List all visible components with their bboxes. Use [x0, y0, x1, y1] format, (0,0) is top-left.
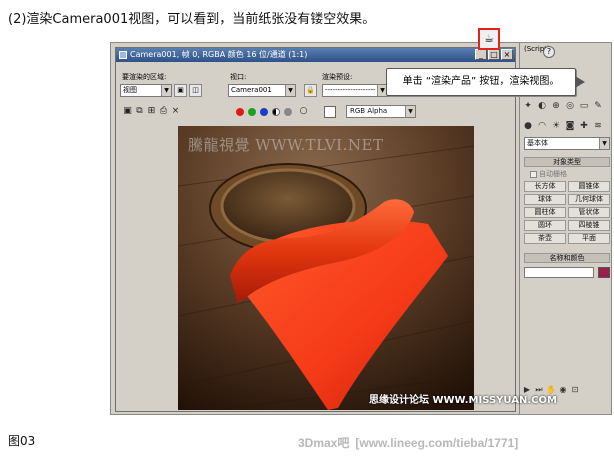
- image-watermark: 騰龍視覺 WWW.TLVI.NET: [188, 136, 384, 154]
- copy-icon[interactable]: ⧉: [134, 106, 145, 117]
- chevron-down-icon: ▼: [405, 106, 415, 117]
- callout-tail: [575, 76, 585, 88]
- cameras-icon[interactable]: ◙: [564, 119, 576, 133]
- spacewarps-icon[interactable]: ≋: [592, 119, 604, 133]
- render-image: 騰龍視覺 WWW.TLVI.NET: [178, 126, 474, 410]
- shapes-icon[interactable]: ◠: [536, 119, 548, 133]
- autogrid-label: 自动栅格: [539, 170, 567, 178]
- viewport-dropdown[interactable]: Camera001 ▼: [228, 84, 296, 97]
- window-controls: _ □ ×: [475, 49, 513, 60]
- mono-icon[interactable]: [284, 108, 292, 116]
- footer-watermark: 3Dmax吧 [www.lineeg.com/tieba/1771]: [298, 434, 518, 451]
- maximize-viewport-icon[interactable]: ⊡: [570, 383, 580, 397]
- channel-dropdown[interactable]: RGB Alpha ▼: [346, 105, 416, 118]
- checkbox-icon: [530, 170, 537, 178]
- object-color-swatch[interactable]: [598, 267, 610, 278]
- maximize-button[interactable]: □: [488, 49, 500, 60]
- object-button-teapot[interactable]: 茶壶: [524, 233, 566, 244]
- preset-value: --------------------: [325, 86, 376, 94]
- chevron-down-icon: ▼: [161, 85, 171, 96]
- clear-display-icon[interactable]: ○: [298, 106, 309, 117]
- tutorial-callout: 单击 “渲染产品” 按钮，渲染视图。: [386, 68, 576, 96]
- edit-region-button[interactable]: ▣: [174, 84, 187, 97]
- preset-label: 渲染预设:: [322, 73, 353, 81]
- viewport-label: 视口:: [230, 73, 247, 81]
- render-frame-toolbar: ▣ ⧉ ⊞ ⎙ × ○ RGB Alpha ▼: [120, 104, 512, 120]
- area-label: 要渲染的区域:: [122, 73, 167, 81]
- figure-label: 图03: [8, 434, 36, 448]
- modify-tab-icon[interactable]: ◐: [536, 99, 548, 113]
- autogrid-checkbox[interactable]: 自动栅格: [530, 169, 567, 179]
- motion-tab-icon[interactable]: ◎: [564, 99, 576, 113]
- object-button-pyramid[interactable]: 四棱锥: [568, 220, 610, 231]
- render-window-title: Camera001, 帧 0, RGBA 颜色 16 位/通道 (1:1): [130, 50, 308, 59]
- lock-viewport-button[interactable]: 🔒: [304, 84, 317, 97]
- helpers-icon[interactable]: ✚: [578, 119, 590, 133]
- corner-watermark: 思缘设计论坛 WWW.MISSYUAN.COM: [369, 395, 557, 406]
- lights-icon[interactable]: ☀: [550, 119, 562, 133]
- green-channel-icon[interactable]: [248, 108, 256, 116]
- print-icon[interactable]: ⎙: [158, 106, 169, 117]
- close-button[interactable]: ×: [501, 49, 513, 60]
- color-swatch[interactable]: [324, 106, 336, 118]
- footer-site: 3Dmax吧: [298, 436, 350, 450]
- chevron-down-icon: ▼: [285, 85, 295, 96]
- category-dropdown[interactable]: 基本体 ▼: [524, 137, 610, 150]
- viewport-value: Camera001: [231, 86, 272, 94]
- object-button-sphere[interactable]: 球体: [524, 194, 566, 205]
- chevron-down-icon: ▼: [599, 138, 609, 149]
- preset-dropdown[interactable]: -------------------- ▼: [322, 84, 388, 97]
- object-button-torus[interactable]: 圆环: [524, 220, 566, 231]
- hierarchy-tab-icon[interactable]: ⊕: [550, 99, 562, 113]
- render-production-icon[interactable]: ☕: [478, 28, 500, 50]
- object-type-rollout[interactable]: 对象类型: [524, 157, 610, 167]
- category-value: 基本体: [527, 139, 548, 147]
- object-button-plane[interactable]: 平面: [568, 233, 610, 244]
- auto-region-button[interactable]: ◫: [189, 84, 202, 97]
- command-panel: (Script) ? ✦ ◐ ⊕ ◎ ▭ ✎ ● ◠ ☀ ◙ ✚ ≋ 基本体 ▼…: [519, 43, 611, 414]
- minimize-button[interactable]: _: [475, 49, 487, 60]
- channel-value: RGB Alpha: [350, 107, 388, 115]
- geometry-icon[interactable]: ●: [522, 119, 534, 133]
- utilities-tab-icon[interactable]: ✎: [592, 99, 604, 113]
- render-scene: [178, 126, 474, 410]
- create-categories: ● ◠ ☀ ◙ ✚ ≋: [522, 119, 604, 137]
- save-icon[interactable]: ▣: [122, 106, 133, 117]
- app-icon: [119, 51, 127, 59]
- object-name-field[interactable]: [524, 267, 594, 278]
- object-button-tube[interactable]: 管状体: [568, 207, 610, 218]
- object-button-geosphere[interactable]: 几何球体: [568, 194, 610, 205]
- render-window-titlebar[interactable]: Camera001, 帧 0, RGBA 颜色 16 位/通道 (1:1) _ …: [116, 48, 515, 62]
- object-type-buttons: 长方体 圆锥体 球体 几何球体 圆柱体 管状体 圆环 四棱锥 茶壶 平面: [524, 181, 610, 244]
- display-tab-icon[interactable]: ▭: [578, 99, 590, 113]
- area-value: 视图: [123, 86, 137, 94]
- create-tab-icon[interactable]: ✦: [522, 99, 534, 113]
- object-button-box[interactable]: 长方体: [524, 181, 566, 192]
- page-caption: (2)渲染Camera001视图，可以看到，当前纸张没有镂空效果。: [8, 12, 376, 27]
- red-channel-icon[interactable]: [236, 108, 244, 116]
- clear-icon[interactable]: ×: [170, 106, 181, 117]
- blue-channel-icon[interactable]: [260, 108, 268, 116]
- command-tabs: ✦ ◐ ⊕ ◎ ▭ ✎: [522, 99, 604, 117]
- object-button-cone[interactable]: 圆锥体: [568, 181, 610, 192]
- clone-icon[interactable]: ⊞: [146, 106, 157, 117]
- max-screenshot: Camera001, 帧 0, RGBA 颜色 16 位/通道 (1:1) _ …: [110, 42, 612, 415]
- area-dropdown[interactable]: 视图 ▼: [120, 84, 172, 97]
- footer-url: [www.lineeg.com/tieba/1771]: [355, 436, 519, 450]
- rendered-frame-window: Camera001, 帧 0, RGBA 颜色 16 位/通道 (1:1) _ …: [115, 47, 516, 412]
- help-icon[interactable]: ?: [543, 46, 555, 58]
- orbit-icon[interactable]: ◉: [558, 383, 568, 397]
- object-button-cylinder[interactable]: 圆柱体: [524, 207, 566, 218]
- name-color-rollout[interactable]: 名称和颜色: [524, 253, 610, 263]
- alpha-icon[interactable]: [272, 108, 280, 116]
